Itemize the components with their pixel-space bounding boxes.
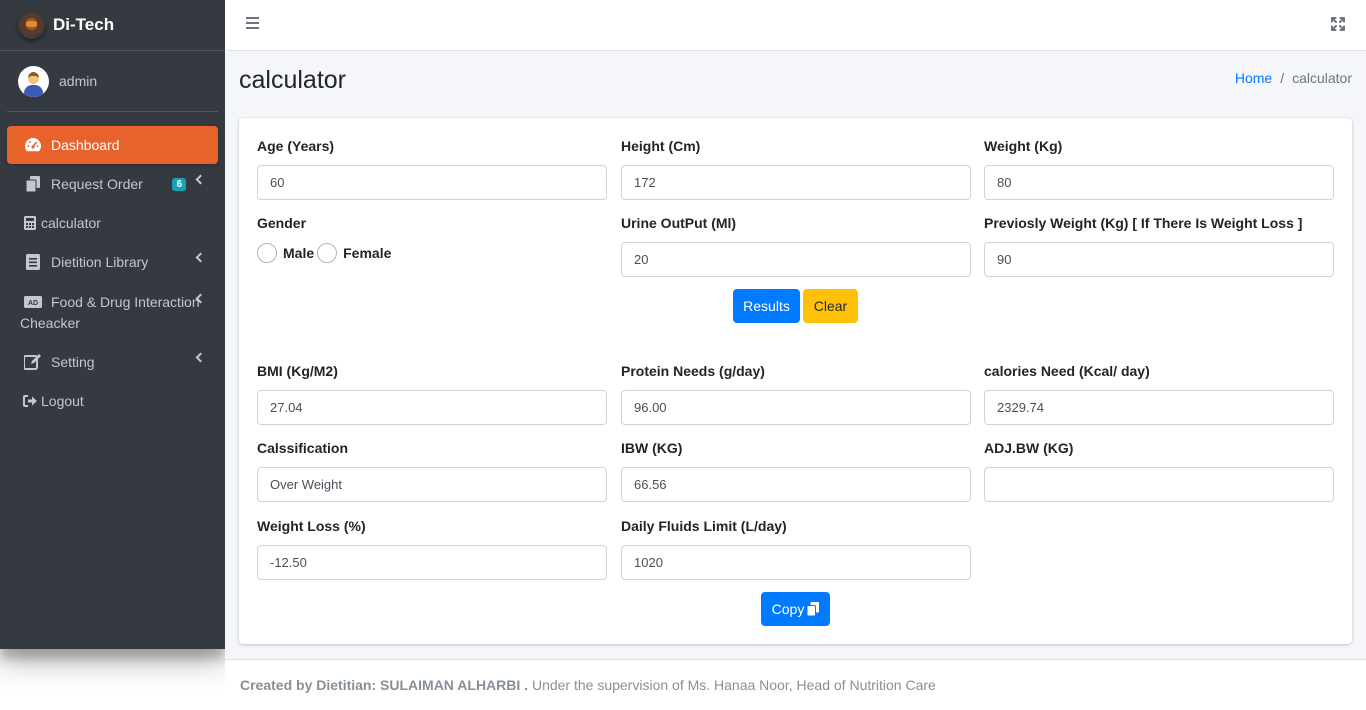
sidebar-item-setting[interactable]: Setting	[7, 343, 218, 381]
height-input[interactable]: 172	[621, 165, 971, 200]
user-name: admin	[59, 73, 98, 89]
results-button[interactable]: Results	[733, 289, 800, 323]
classification-output[interactable]: Over Weight	[257, 467, 607, 502]
classification-label: Calssification	[257, 440, 349, 456]
calculator-card: Age (Years) 60 Height (Cm) 172 Weight (K…	[239, 118, 1352, 644]
sidebar-item-label: calculator	[41, 215, 101, 231]
sidebar-item-label: Setting	[51, 354, 95, 370]
footer-created-by: Created by Dietitian: SULAIMAN ALHARBI .	[240, 677, 529, 693]
sidebar-item-label: Food & Drug Interaction Cheacker	[20, 294, 200, 331]
gender-female-radio[interactable]	[317, 243, 338, 263]
bmi-label: BMI (Kg/M2)	[257, 363, 338, 379]
age-input[interactable]: 60	[257, 165, 607, 200]
sidebar-item-dietition-library[interactable]: Dietition Library	[7, 243, 218, 281]
height-group: Height (Cm) 172	[621, 138, 971, 200]
ibw-group: IBW (KG) 66.56	[621, 440, 971, 502]
copy-button[interactable]: Copy	[761, 592, 830, 626]
fluids-group: Daily Fluids Limit (L/day) 1020	[621, 518, 971, 580]
calories-label: calories Need (Kcal/ day)	[984, 363, 1150, 379]
classification-group: Calssification Over Weight	[257, 440, 607, 502]
sign-out-icon	[21, 392, 39, 410]
user-panel[interactable]: admin	[7, 51, 218, 112]
prev-weight-input[interactable]: 90	[984, 242, 1334, 277]
sidebar-item-request-order[interactable]: Request Order 6	[7, 165, 218, 203]
ibw-label: IBW (KG)	[621, 440, 683, 456]
breadcrumb-home-link[interactable]: Home	[1235, 70, 1272, 86]
weight-loss-label: Weight Loss (%)	[257, 518, 366, 534]
brand-logo-icon	[18, 11, 45, 39]
age-group: Age (Years) 60	[257, 138, 607, 200]
request-count-badge: 6	[172, 178, 186, 191]
breadcrumb: Home / calculator	[1235, 70, 1352, 86]
fullscreen-icon[interactable]	[1331, 17, 1345, 31]
avatar	[18, 65, 49, 97]
urine-input[interactable]: 20	[621, 242, 971, 277]
menu-toggle-icon[interactable]	[246, 17, 259, 29]
sidebar-item-dashboard[interactable]: Dashboard	[7, 126, 218, 164]
weight-group: Weight (Kg) 80	[984, 138, 1334, 200]
calories-output[interactable]: 2329.74	[984, 390, 1334, 425]
calories-group: calories Need (Kcal/ day) 2329.74	[984, 363, 1334, 425]
fluids-output[interactable]: 1020	[621, 545, 971, 580]
brand-link[interactable]: Di-Tech	[0, 0, 225, 51]
weight-label: Weight (Kg)	[984, 138, 1063, 154]
copy-icon	[24, 175, 42, 193]
adjbw-label: ADJ.BW (KG)	[984, 440, 1074, 456]
chevron-left-icon	[195, 174, 206, 185]
age-label: Age (Years)	[257, 138, 335, 154]
bmi-output[interactable]: 27.04	[257, 390, 607, 425]
adjbw-output[interactable]	[984, 467, 1334, 502]
chevron-left-icon	[195, 252, 206, 263]
sidebar-item-calculator[interactable]: calculator	[7, 204, 218, 242]
calculator-icon	[21, 214, 39, 232]
sidebar-nav: Dashboard Request Order 6 calculator Die…	[0, 112, 225, 420]
weight-input[interactable]: 80	[984, 165, 1334, 200]
sidebar: Di-Tech admin Dashboard Request Order 6 …	[0, 0, 225, 649]
gender-male-radio[interactable]	[257, 243, 277, 263]
sidebar-item-label: Logout	[41, 393, 84, 409]
tachometer-icon	[24, 136, 42, 154]
gender-male-label: Male	[283, 245, 315, 261]
brand-name: Di-Tech	[53, 15, 115, 34]
sidebar-item-label: Dietition Library	[51, 254, 149, 270]
copy-button-label: Copy	[771, 601, 805, 617]
urine-label: Urine OutPut (Ml)	[621, 215, 737, 231]
book-icon	[24, 253, 42, 271]
chevron-left-icon	[195, 352, 206, 363]
gender-label: Gender	[257, 215, 307, 231]
sidebar-item-label: Dashboard	[51, 137, 120, 153]
footer: Created by Dietitian: SULAIMAN ALHARBI .…	[225, 659, 1366, 710]
page-title: calculator	[239, 66, 346, 94]
weight-loss-output[interactable]: -12.50	[257, 545, 607, 580]
sidebar-item-logout[interactable]: Logout	[7, 382, 218, 420]
protein-label: Protein Needs (g/day)	[621, 363, 765, 379]
weight-loss-group: Weight Loss (%) -12.50	[257, 518, 607, 580]
ibw-output[interactable]: 66.56	[621, 467, 971, 502]
gender-female-label: Female	[343, 245, 392, 261]
footer-supervision: Under the supervision of Ms. Hanaa Noor,…	[531, 677, 936, 693]
content-wrapper: calculator Home / calculator Age (Years) 6…	[225, 51, 1366, 659]
gender-group: Gender Male Female	[257, 215, 607, 263]
urine-group: Urine OutPut (Ml) 20	[621, 215, 971, 277]
bmi-group: BMI (Kg/M2) 27.04	[257, 363, 607, 425]
breadcrumb-separator: /	[1280, 70, 1285, 86]
protein-output[interactable]: 96.00	[621, 390, 971, 425]
sidebar-item-label: Request Order	[51, 176, 143, 192]
prev-weight-label: Previosly Weight (Kg) [ If There Is Weig…	[984, 215, 1303, 231]
prev-weight-group: Previosly Weight (Kg) [ If There Is Weig…	[984, 215, 1334, 277]
breadcrumb-current: calculator	[1292, 70, 1352, 86]
sidebar-item-food-drug-interaction[interactable]: AD Food & Drug Interaction Cheacker	[7, 282, 218, 342]
adjbw-group: ADJ.BW (KG)	[984, 440, 1334, 502]
edit-icon	[24, 353, 42, 371]
top-navbar	[225, 0, 1366, 51]
copy-icon	[807, 602, 820, 616]
clear-button[interactable]: Clear	[803, 289, 858, 323]
height-label: Height (Cm)	[621, 138, 701, 154]
fluids-label: Daily Fluids Limit (L/day)	[621, 518, 787, 534]
protein-group: Protein Needs (g/day) 96.00	[621, 363, 971, 425]
